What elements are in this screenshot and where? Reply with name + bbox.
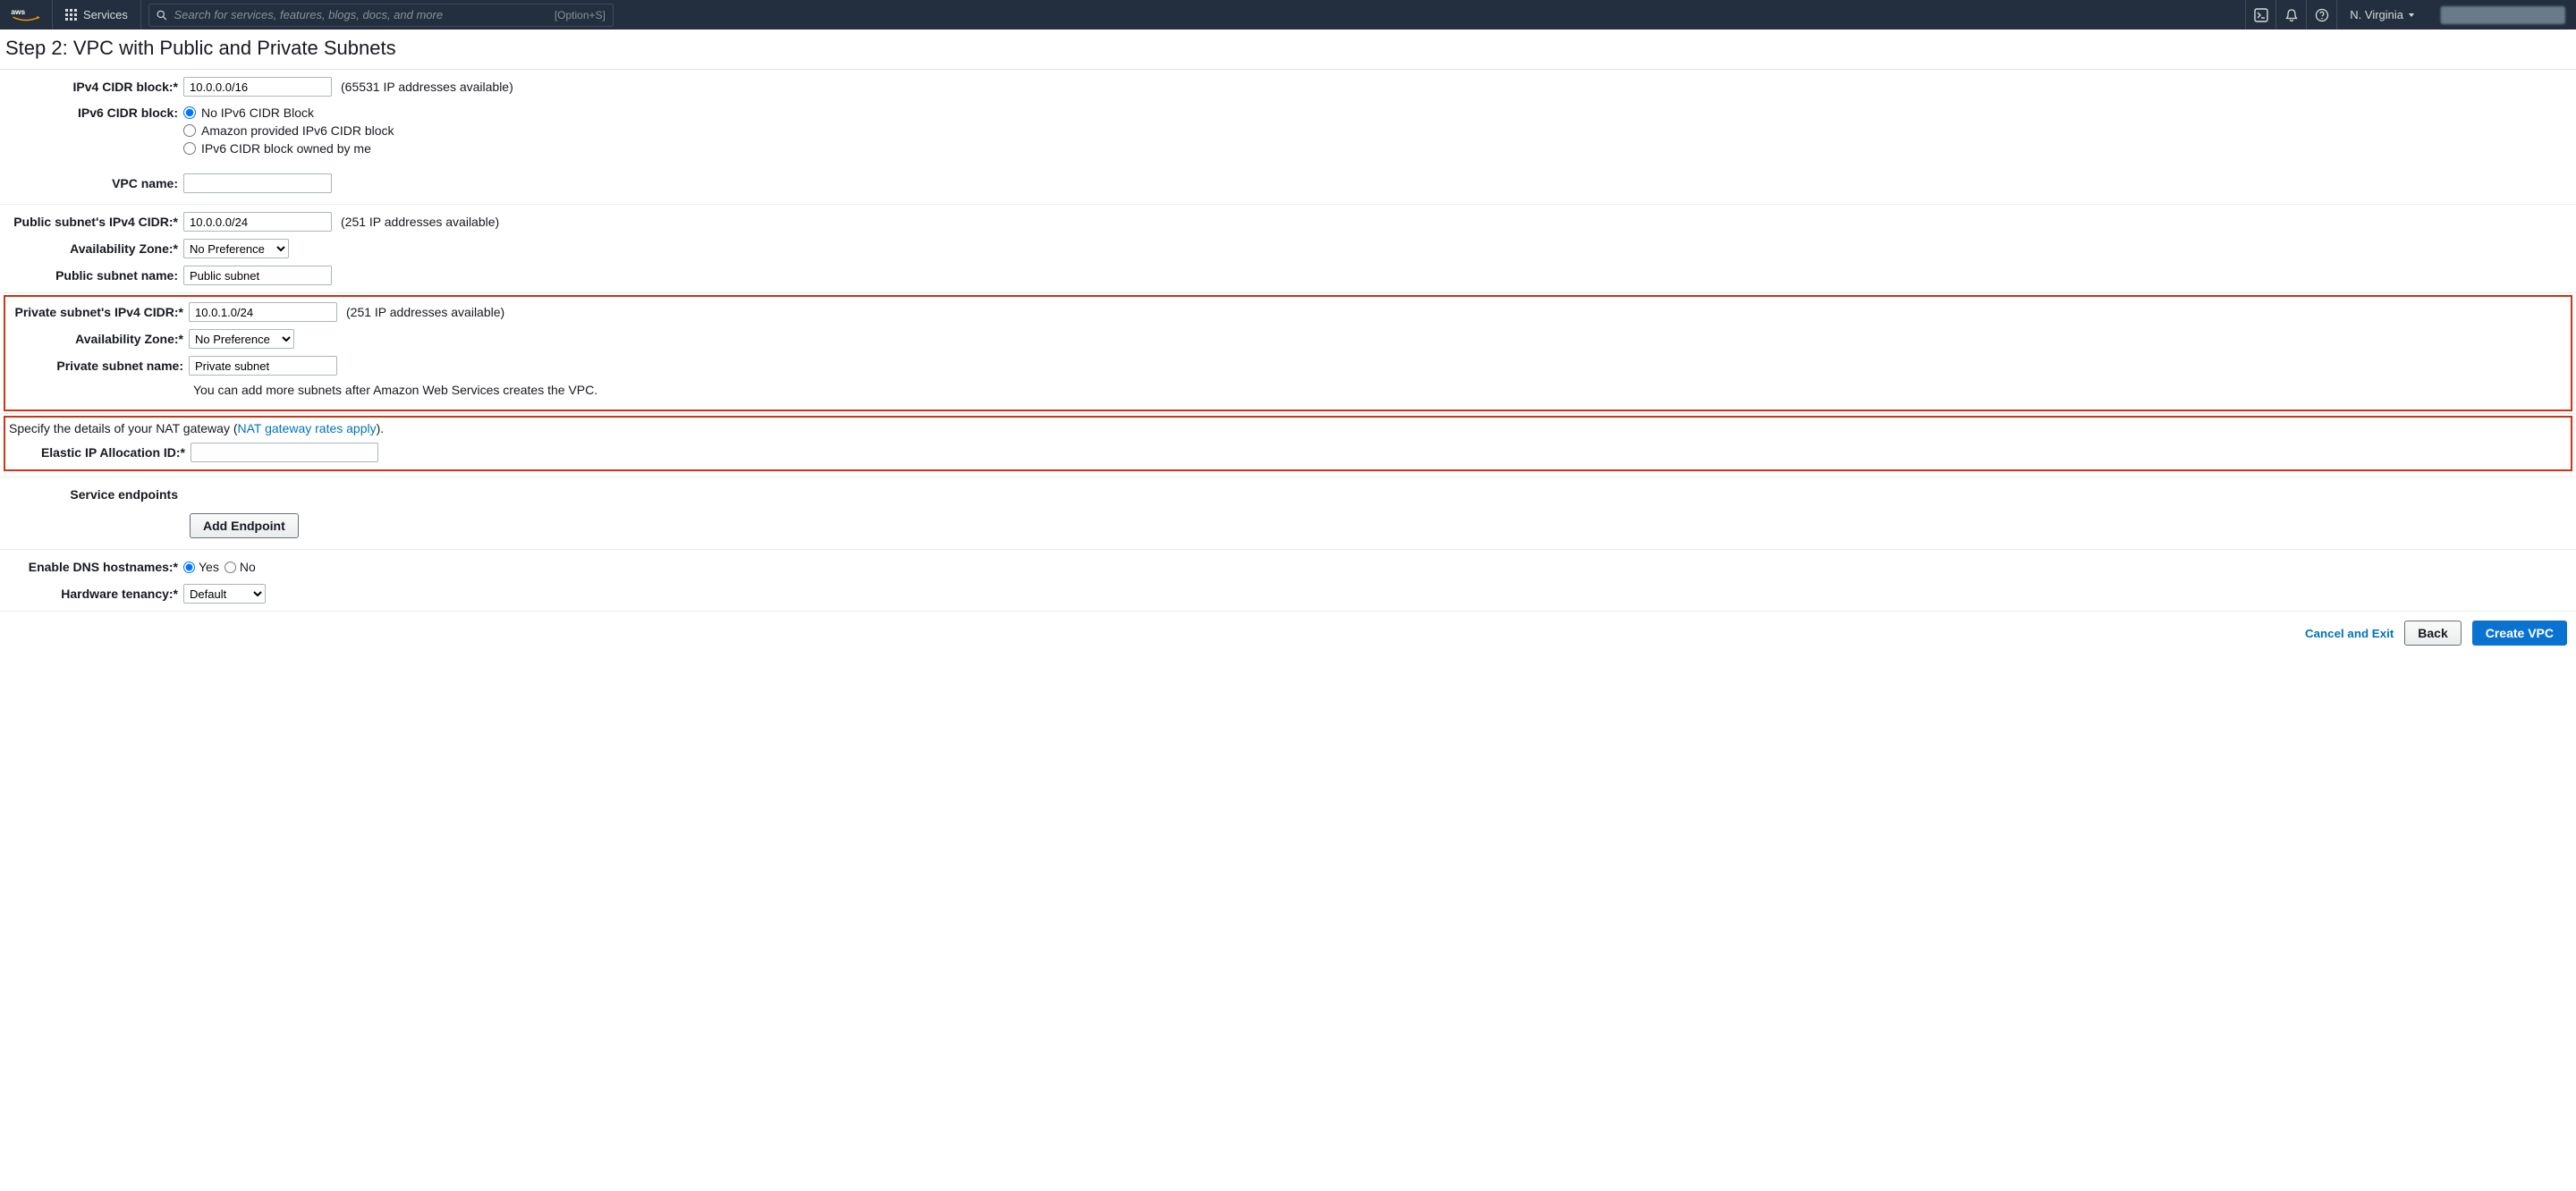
- nat-rates-link[interactable]: NAT gateway rates apply: [238, 421, 377, 435]
- private-subnet-name-label: Private subnet name:: [5, 359, 189, 373]
- page-title: Step 2: VPC with Public and Private Subn…: [0, 30, 2576, 70]
- ipv6-amazon-radio[interactable]: [183, 124, 196, 137]
- ipv6-cidr-label: IPv6 CIDR block:: [0, 104, 183, 120]
- public-subnet-name-input[interactable]: [183, 266, 332, 285]
- ipv6-none-label: No IPv6 CIDR Block: [201, 106, 314, 120]
- nat-gateway-text: Specify the details of your NAT gateway …: [7, 421, 2569, 439]
- private-subnet-cidr-label: Private subnet's IPv4 CIDR:*: [5, 305, 189, 319]
- cloudshell-icon[interactable]: [2245, 0, 2275, 30]
- private-az-label: Availability Zone:*: [5, 332, 189, 346]
- nat-gateway-highlight: Specify the details of your NAT gateway …: [4, 416, 2572, 471]
- add-endpoint-button[interactable]: Add Endpoint: [190, 513, 299, 538]
- public-az-label: Availability Zone:*: [0, 241, 183, 256]
- tenancy-label: Hardware tenancy:*: [0, 587, 183, 601]
- account-menu[interactable]: [2440, 6, 2565, 24]
- public-subnet-name-label: Public subnet name:: [0, 268, 183, 283]
- ipv4-cidr-help: (65531 IP addresses available): [341, 80, 513, 94]
- cancel-button[interactable]: Cancel and Exit: [2305, 627, 2394, 640]
- chevron-down-icon: [2408, 12, 2415, 19]
- aws-logo-icon: aws: [11, 6, 41, 24]
- public-subnet-cidr-label: Public subnet's IPv4 CIDR:*: [0, 215, 183, 229]
- services-label: Services: [83, 8, 128, 21]
- ipv6-none-radio[interactable]: [183, 106, 196, 119]
- dns-yes-radio[interactable]: [183, 562, 195, 573]
- back-button[interactable]: Back: [2404, 621, 2461, 646]
- help-icon[interactable]: [2306, 0, 2336, 30]
- ipv4-cidr-input[interactable]: [183, 77, 332, 97]
- ipv6-amazon-label: Amazon provided IPv6 CIDR block: [201, 123, 394, 138]
- region-selector[interactable]: N. Virginia: [2336, 0, 2428, 30]
- vpc-name-input[interactable]: [183, 173, 332, 193]
- services-button[interactable]: Services: [53, 0, 141, 30]
- create-vpc-button[interactable]: Create VPC: [2472, 621, 2567, 646]
- dns-no-label: No: [240, 560, 256, 574]
- search-shortcut-hint: [Option+S]: [555, 9, 606, 21]
- more-subnets-hint: You can add more subnets after Amazon We…: [5, 379, 2571, 406]
- vpc-name-label: VPC name:: [0, 176, 183, 190]
- aws-logo[interactable]: aws: [0, 0, 53, 30]
- search-input[interactable]: [174, 8, 547, 21]
- dns-yes-label: Yes: [199, 560, 219, 574]
- private-az-select[interactable]: No Preference: [189, 329, 294, 349]
- ipv4-cidr-label: IPv4 CIDR block:*: [0, 80, 183, 94]
- svg-text:aws: aws: [11, 6, 25, 15]
- region-label: N. Virginia: [2350, 8, 2403, 21]
- tenancy-select[interactable]: Default: [183, 584, 266, 604]
- service-endpoints-label: Service endpoints: [0, 487, 183, 502]
- private-subnet-cidr-input[interactable]: [189, 302, 337, 322]
- private-subnet-cidr-help: (251 IP addresses available): [346, 305, 504, 319]
- dns-hostnames-label: Enable DNS hostnames:*: [0, 560, 183, 574]
- services-grid-icon: [65, 9, 78, 21]
- ipv6-owned-label: IPv6 CIDR block owned by me: [201, 141, 371, 156]
- public-az-select[interactable]: No Preference: [183, 239, 289, 258]
- header-search[interactable]: [Option+S]: [148, 4, 614, 27]
- eip-label: Elastic IP Allocation ID:*: [7, 445, 191, 460]
- public-subnet-cidr-input[interactable]: [183, 212, 332, 232]
- private-subnet-name-input[interactable]: [189, 356, 337, 376]
- search-icon: [157, 9, 167, 21]
- private-subnet-highlight: Private subnet's IPv4 CIDR:* (251 IP add…: [4, 295, 2572, 411]
- ipv6-owned-radio[interactable]: [183, 142, 196, 155]
- notifications-icon[interactable]: [2275, 0, 2306, 30]
- aws-header: aws Services [Option+S] N. Virginia: [0, 0, 2576, 30]
- wizard-footer: Cancel and Exit Back Create VPC: [0, 612, 2576, 655]
- eip-input[interactable]: [191, 443, 378, 462]
- dns-no-radio[interactable]: [225, 562, 236, 573]
- public-subnet-cidr-help: (251 IP addresses available): [341, 215, 499, 229]
